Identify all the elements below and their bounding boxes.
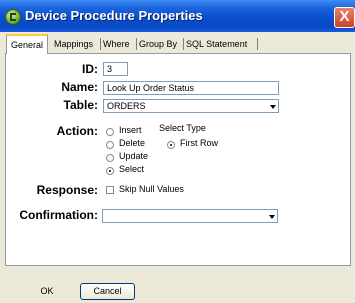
tab-where[interactable]: Where <box>100 36 133 53</box>
radio-delete[interactable] <box>106 141 114 149</box>
radio-delete-label: Delete <box>119 138 146 148</box>
radio-first-row-label: First Row <box>180 138 218 148</box>
chevron-down-icon[interactable] <box>269 215 275 219</box>
tab-general[interactable]: General <box>6 34 49 54</box>
radio-insert-label: Insert <box>119 125 142 135</box>
skip-null-checkbox[interactable] <box>106 186 114 194</box>
app-icon <box>5 9 21 25</box>
tab-group-by[interactable]: Group By <box>136 36 180 53</box>
table-dropdown[interactable]: ORDERS <box>103 99 279 113</box>
confirmation-label: Confirmation: <box>19 208 98 222</box>
tab-sql-statement[interactable]: SQL Statement <box>183 36 250 53</box>
radio-insert[interactable] <box>106 128 114 136</box>
skip-null-label: Skip Null Values <box>119 184 184 194</box>
radio-update-label: Update <box>119 151 149 161</box>
id-label: ID: <box>82 62 98 76</box>
table-dropdown-value: ORDERS <box>107 101 146 111</box>
cancel-button[interactable]: Cancel <box>80 283 135 300</box>
confirmation-dropdown[interactable] <box>102 209 278 223</box>
radio-first-row[interactable] <box>167 141 175 149</box>
window-title: Device Procedure Properties <box>25 8 203 23</box>
tab-separator <box>257 36 261 53</box>
close-button[interactable]: X <box>334 7 355 28</box>
ok-button[interactable]: OK <box>26 284 68 301</box>
chevron-down-icon[interactable] <box>270 105 276 109</box>
radio-update[interactable] <box>106 154 114 162</box>
response-label: Response: <box>36 183 98 197</box>
title-bar[interactable]: Device Procedure Properties X <box>0 0 355 32</box>
radio-select-label: Select <box>119 164 145 174</box>
name-field[interactable]: Look Up Order Status <box>103 81 279 95</box>
name-label: Name: <box>61 80 98 94</box>
table-label: Table: <box>63 98 98 112</box>
select-type-label: Select Type <box>159 123 206 133</box>
radio-select[interactable] <box>106 167 114 175</box>
tab-mappings[interactable]: Mappings <box>51 36 96 53</box>
dialog-window: Device Procedure Properties X General Ma… <box>0 0 355 303</box>
action-label: Action: <box>56 124 98 138</box>
id-field[interactable]: 3 <box>103 62 128 76</box>
